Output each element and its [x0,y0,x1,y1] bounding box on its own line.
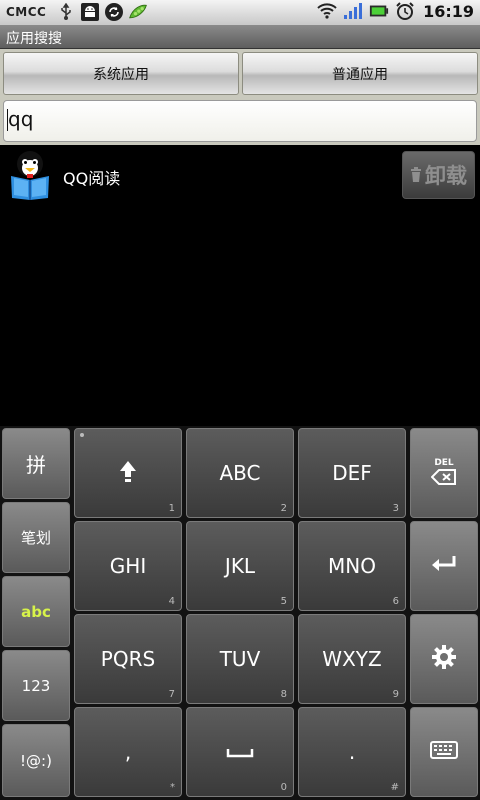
key-digit: 4 [168,596,175,607]
uninstall-label: 卸载 [425,164,467,188]
list-item[interactable]: QQ阅读 卸载 [0,146,480,204]
key-digit: # [390,782,399,793]
key-enter[interactable] [410,521,478,611]
key-mno[interactable]: MNO 6 [298,521,406,611]
key-abc[interactable]: ABC 2 [186,428,294,518]
key-label: , [124,740,132,764]
key-digit: 8 [280,689,287,700]
trash-icon [410,167,422,183]
clock: 16:19 [423,1,474,21]
app-name: QQ阅读 [63,169,121,188]
key-space[interactable]: 0 [186,707,294,797]
key-tuv[interactable]: TUV 8 [186,614,294,704]
key-digit: 6 [392,596,399,607]
key-label: abc [21,602,51,621]
key-label: ABC [219,461,261,485]
key-digit: 7 [168,689,175,700]
search-input[interactable] [3,100,477,142]
key-label: MNO [328,554,376,578]
sync-icon [104,2,124,22]
key-digit: 0 [280,782,287,793]
enter-icon [430,554,458,578]
key-digit: 5 [280,596,287,607]
key-ghi[interactable]: GHI 4 [74,521,182,611]
title-bar: 应用搜搜 [0,25,480,49]
key-label: DEF [332,461,372,485]
key-jkl[interactable]: JKL 5 [186,521,294,611]
key-stroke-mode[interactable]: 笔划 [2,502,70,573]
key-label: DEL [434,457,454,468]
app-title: 应用搜搜 [6,31,62,47]
alarm-icon [395,1,415,21]
keyboard-hide-icon [430,741,458,763]
tab-row: 系统应用 普通应用 [0,49,480,99]
carrier-label: CMCC [6,5,47,19]
delete-icon [430,468,457,489]
key-symbol-mode[interactable]: !@:) [2,724,70,797]
key-label: 123 [21,676,51,695]
key-digit: 2 [280,503,287,514]
key-label: JKL [224,554,256,578]
key-comma[interactable]: , * [74,707,182,797]
key-settings[interactable] [410,614,478,704]
status-bar: CMCC 16:19 [0,0,480,25]
key-label: WXYZ [322,647,382,671]
key-label: . [348,740,356,764]
key-digit: 1 [168,503,175,514]
qq-reader-icon [8,150,52,200]
settings-gear-icon [431,644,457,674]
tab-system-apps[interactable]: 系统应用 [3,52,239,95]
shift-icon [118,459,138,487]
text-cursor [7,109,8,131]
signal-icon [343,1,363,21]
peapod-icon [128,2,148,22]
usb-icon [56,2,76,22]
key-pqrs[interactable]: PQRS 7 [74,614,182,704]
key-label: 拼 [26,453,46,477]
indicator-dot [80,433,84,437]
uninstall-button[interactable]: 卸载 [402,151,475,199]
tab-regular-apps[interactable]: 普通应用 [242,52,478,95]
key-label: !@:) [20,751,52,770]
wifi-icon [317,1,337,21]
key-shift[interactable]: 1 [74,428,182,518]
key-wxyz[interactable]: WXYZ 9 [298,614,406,704]
search-row [0,97,480,145]
key-delete[interactable]: DEL [410,428,478,518]
key-digit: * [170,782,175,793]
ime-keyboard: 拼 笔划 abc 123 !@:) 1 ABC 2 DEF 3 GHI 4 JK… [0,426,480,800]
key-label: TUV [219,647,261,671]
key-number-mode[interactable]: 123 [2,650,70,721]
key-digit: 9 [392,689,399,700]
key-label: PQRS [100,647,156,671]
key-label: GHI [109,554,147,578]
key-pinyin-mode[interactable]: 拼 [2,428,70,499]
key-digit: 3 [392,503,399,514]
key-abc-mode[interactable]: abc [2,576,70,647]
key-def[interactable]: DEF 3 [298,428,406,518]
android-debug-icon [80,2,100,22]
space-icon [226,743,254,762]
key-label: 笔划 [20,529,51,547]
key-hide-keyboard[interactable] [410,707,478,797]
key-period[interactable]: . # [298,707,406,797]
battery-icon [369,1,389,21]
